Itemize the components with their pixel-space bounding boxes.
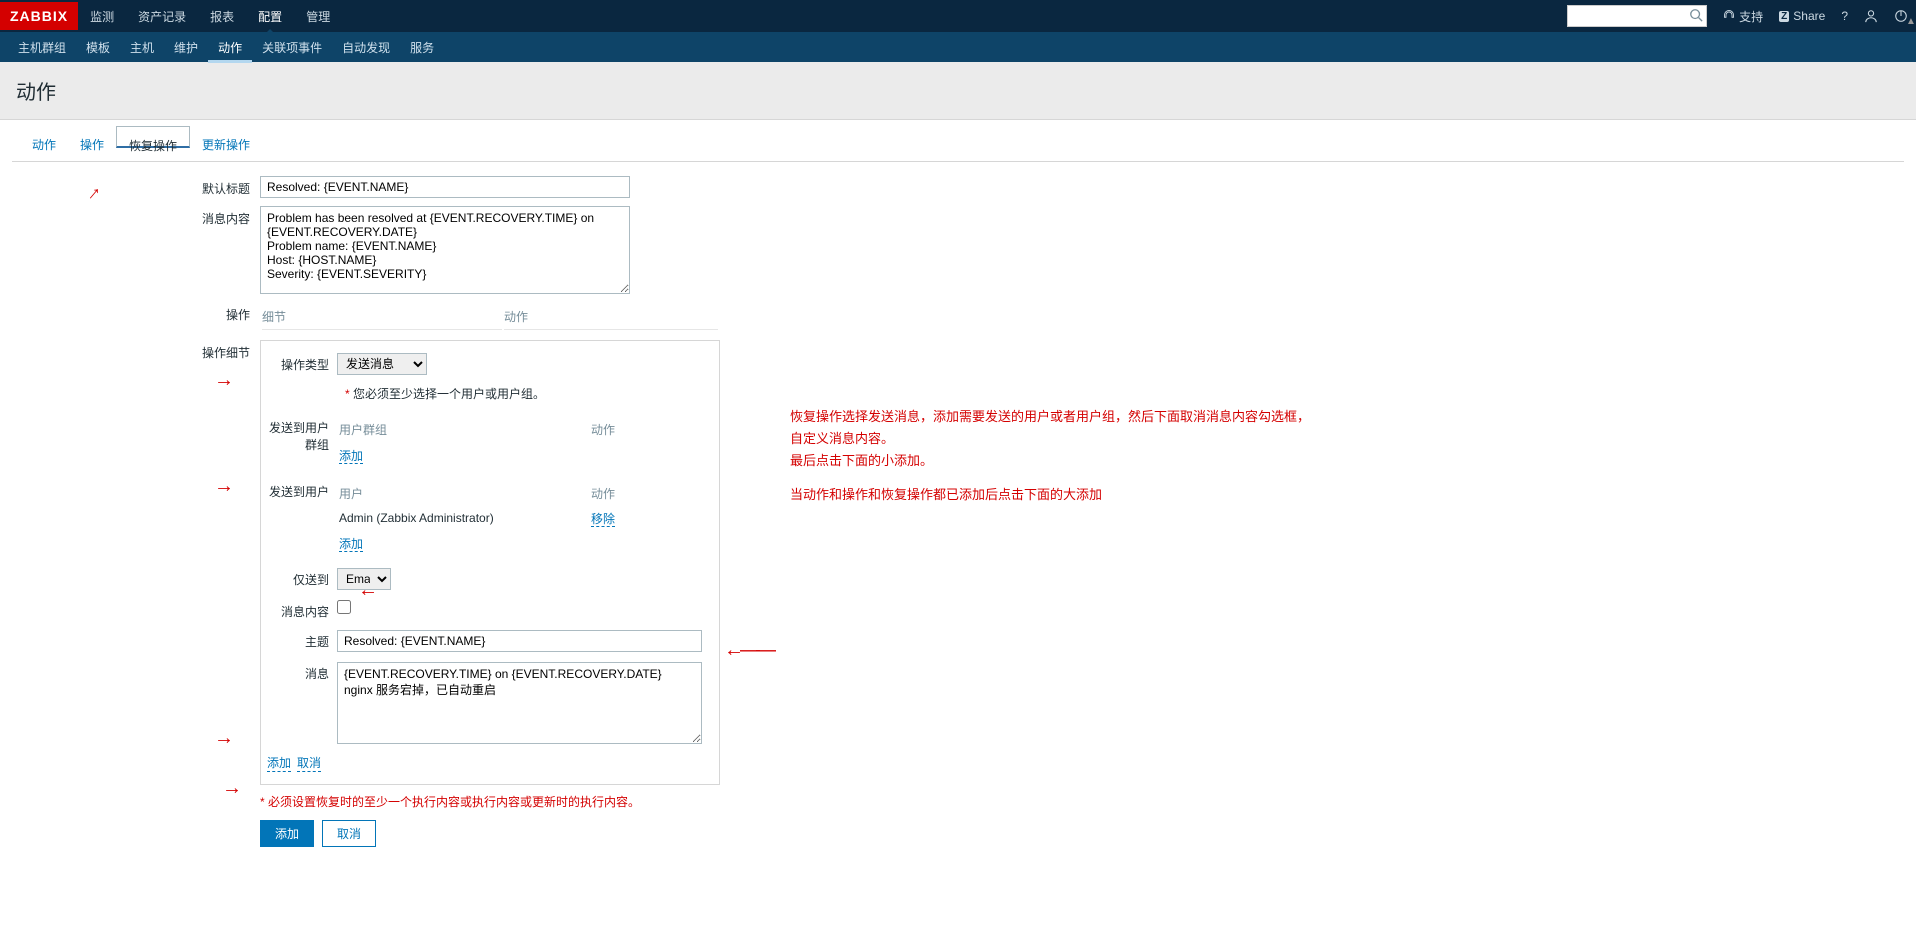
annotation-arrow <box>214 370 234 390</box>
top-bar: ZABBIX 监测 资产记录 报表 配置 管理 支持 Z Share ? <box>0 0 1916 32</box>
submit-button[interactable]: 添加 <box>260 820 314 847</box>
tab-recovery-operations[interactable]: 恢复操作 <box>116 126 190 148</box>
tab-update-operations[interactable]: 更新操作 <box>190 126 262 161</box>
nav-reports[interactable]: 报表 <box>198 0 246 33</box>
annotation-block-2: 当动作和操作和恢复操作都已添加后点击下面的大添加 <box>790 484 1102 506</box>
annotation-arrow <box>222 778 242 798</box>
subnav-services[interactable]: 服务 <box>400 32 444 63</box>
logo: ZABBIX <box>0 2 78 30</box>
default-message-label: 消息内容 <box>12 206 260 227</box>
annotation-arrow <box>358 580 378 600</box>
annotation-arrow <box>214 728 234 748</box>
subnav-hostgroups[interactable]: 主机群组 <box>8 32 76 63</box>
headset-icon <box>1723 9 1735 24</box>
subnav-maintenance[interactable]: 维护 <box>164 32 208 63</box>
annotation-arrow <box>214 476 234 496</box>
page-title: 动作 <box>0 62 1916 120</box>
add-user-link[interactable]: 添加 <box>339 537 363 552</box>
help-icon[interactable]: ? <box>1833 9 1856 23</box>
share-badge-icon: Z <box>1779 11 1789 22</box>
ops-col-action: 动作 <box>504 304 718 330</box>
op-type-label: 操作类型 <box>261 353 337 373</box>
subnav-correlation[interactable]: 关联项事件 <box>252 32 332 63</box>
operations-label: 操作 <box>12 302 260 323</box>
msg-content-checkbox[interactable] <box>337 600 351 614</box>
sub-nav: 主机群组 模板 主机 维护 动作 关联项事件 自动发现 服务 <box>0 32 1916 62</box>
tab-action[interactable]: 动作 <box>20 126 68 161</box>
search-box <box>1567 5 1707 27</box>
send-groups-label: 发送到用户群组 <box>261 416 337 453</box>
user-icon[interactable] <box>1856 9 1886 23</box>
send-users-label: 发送到用户 <box>261 480 337 500</box>
subnav-discovery[interactable]: 自动发现 <box>332 32 400 63</box>
form-tabs: 动作 操作 恢复操作 更新操作 <box>12 126 1904 162</box>
nav-monitoring[interactable]: 监测 <box>78 0 126 33</box>
annotation-arrow: —— <box>724 640 772 660</box>
remove-user-link[interactable]: 移除 <box>591 512 615 527</box>
share-label: Share <box>1793 9 1825 23</box>
content-area: 动作 操作 恢复操作 更新操作 默认标题 消息内容 操作 细节 动作 操作细节 <box>0 120 1916 895</box>
default-subject-label: 默认标题 <box>12 176 260 197</box>
support-button[interactable]: 支持 <box>1715 8 1771 25</box>
cancel-button[interactable]: 取消 <box>322 820 376 847</box>
inner-add-link[interactable]: 添加 <box>267 754 291 772</box>
scroll-up-icon[interactable] <box>1906 16 1914 36</box>
user-admin-cell: Admin (Zabbix Administrator) <box>339 507 589 529</box>
operations-table: 细节 动作 <box>260 302 720 332</box>
col-group-action: 动作 <box>591 418 701 441</box>
col-usergroup: 用户群组 <box>339 418 589 441</box>
subnav-hosts[interactable]: 主机 <box>120 32 164 63</box>
spacer2 <box>12 820 260 824</box>
nav-administration[interactable]: 管理 <box>294 0 342 33</box>
msg-content-label: 消息内容 <box>261 600 337 620</box>
recovery-warning: * 必须设置恢复时的至少一个执行内容或执行内容或更新时的执行内容。 <box>260 793 640 810</box>
subject-label: 主题 <box>261 630 337 650</box>
nav-inventory[interactable]: 资产记录 <box>126 0 198 33</box>
ops-col-detail: 细节 <box>262 304 502 330</box>
subject-input[interactable] <box>337 630 702 652</box>
search-icon[interactable] <box>1689 8 1703 25</box>
send-only-label: 仅送到 <box>261 568 337 588</box>
add-group-link[interactable]: 添加 <box>339 449 363 464</box>
users-table: 用户 动作 Admin (Zabbix Administrator) 移除 添加 <box>337 480 703 554</box>
operation-detail-label: 操作细节 <box>12 340 260 361</box>
top-right: 支持 Z Share ? <box>1567 5 1916 27</box>
tab-operations[interactable]: 操作 <box>68 126 116 161</box>
col-user-action: 动作 <box>591 482 701 505</box>
must-select-hint: 您必须至少选择一个用户或用户组。 <box>261 385 719 402</box>
inner-cancel-link[interactable]: 取消 <box>297 754 321 772</box>
operation-detail-box: 操作类型 发送消息 您必须至少选择一个用户或用户组。 发送到用户群组 用户群组 … <box>260 340 720 785</box>
default-message-textarea[interactable] <box>260 206 630 294</box>
subnav-templates[interactable]: 模板 <box>76 32 120 63</box>
nav-configuration[interactable]: 配置 <box>246 0 294 33</box>
message-label: 消息 <box>261 662 337 682</box>
top-nav: 监测 资产记录 报表 配置 管理 <box>78 0 342 33</box>
share-button[interactable]: Z Share <box>1771 9 1833 23</box>
search-input[interactable] <box>1567 5 1707 27</box>
op-type-select[interactable]: 发送消息 <box>337 353 427 375</box>
message-textarea[interactable] <box>337 662 702 744</box>
default-subject-input[interactable] <box>260 176 630 198</box>
annotation-block-1: 恢复操作选择发送消息，添加需要发送的用户或者用户组，然后下面取消消息内容勾选框，… <box>790 406 1310 472</box>
support-label: 支持 <box>1739 8 1763 25</box>
user-groups-table: 用户群组 动作 添加 <box>337 416 703 466</box>
subnav-actions[interactable]: 动作 <box>208 32 252 63</box>
table-row: Admin (Zabbix Administrator) 移除 <box>339 507 701 529</box>
col-user: 用户 <box>339 482 589 505</box>
